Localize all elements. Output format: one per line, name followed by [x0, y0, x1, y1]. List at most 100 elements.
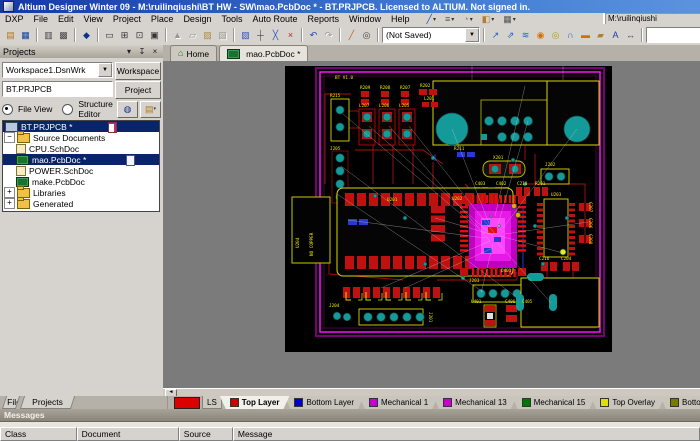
paste-button[interactable]: ▧ [215, 28, 230, 43]
pcb-label-j202: J202 [545, 162, 556, 168]
interactive-route-button[interactable]: ↗ [488, 28, 503, 43]
document-tab-bar: ⌂Homemao.PcbDoc * [163, 45, 700, 62]
panel-menu-icon[interactable]: ▾ [124, 47, 134, 56]
layer-set-tab[interactable]: LS [202, 396, 222, 409]
zoom-document-button[interactable]: ⊞ [117, 28, 132, 43]
messages-panel-header[interactable]: Messages [0, 409, 700, 421]
layer-tab-mechanical-13[interactable]: Mechanical 13 [433, 396, 517, 409]
messages-column-source[interactable]: Source [179, 427, 233, 441]
menu-edit[interactable]: Edit [53, 14, 79, 24]
pcb-canvas[interactable]: BT V1.0R215J205R209R208R207R202L207L206L… [163, 61, 700, 388]
document-combo-arrow-icon[interactable]: ▼ [465, 28, 479, 42]
tree-item-libraries[interactable]: +Libraries [3, 187, 159, 198]
menu-view[interactable]: View [79, 14, 108, 24]
copy-button[interactable]: ▨ [200, 28, 215, 43]
messages-column-class[interactable]: Class [0, 427, 77, 441]
print-preview-button[interactable]: ▩ [56, 28, 71, 43]
select-area-button[interactable]: ▧ [238, 28, 253, 43]
power-objects-dropdown[interactable]: ◔▾ [461, 14, 474, 25]
open-button[interactable]: ▤ [3, 28, 18, 43]
menu-file[interactable]: File [29, 14, 54, 24]
cut-button[interactable]: ▱ [185, 28, 200, 43]
print-button[interactable]: ▥ [41, 28, 56, 43]
workspace-button[interactable]: Workspace [115, 62, 161, 80]
find-similar-button[interactable]: ◎ [359, 28, 374, 43]
current-layer-color-swatch[interactable] [174, 397, 200, 409]
panel-pin-icon[interactable]: ↧ [137, 47, 147, 56]
messages-column-document[interactable]: Document [77, 427, 179, 441]
project-combo[interactable]: BT.PRJPCB [2, 81, 113, 97]
path-box[interactable]: M:\ruilinqiushi [603, 13, 700, 24]
move-button[interactable]: ┼ [253, 28, 268, 43]
cross-select-button[interactable]: ╳ [268, 28, 283, 43]
expand-icon[interactable]: + [4, 198, 15, 209]
menu-design[interactable]: Design [178, 14, 216, 24]
place-dimension-button[interactable]: ↔ [623, 28, 638, 43]
workspace-combo[interactable]: Workspace1.DsnWrk ▼ [2, 62, 113, 78]
place-string-button[interactable]: A [608, 28, 623, 43]
workspace-combo-arrow-icon[interactable]: ▼ [98, 63, 112, 77]
grid-tools-dropdown[interactable]: ▦▾ [501, 14, 518, 25]
panel-close-icon[interactable]: × [150, 47, 160, 56]
menu-project[interactable]: Project [108, 14, 146, 24]
layer-tab-bottom-layer[interactable]: Bottom Layer [284, 396, 364, 409]
differential-route-button[interactable]: ⇗ [503, 28, 518, 43]
place-via-button[interactable]: ◎ [548, 28, 563, 43]
tab-projects[interactable]: Projects [20, 396, 75, 409]
layer-tab-mechanical-15[interactable]: Mechanical 15 [512, 396, 596, 409]
menu-reports[interactable]: Reports [303, 14, 345, 24]
messages-column-message[interactable]: Message [233, 427, 700, 441]
menu-auto-route[interactable]: Auto Route [247, 14, 302, 24]
footprint-combo[interactable]: ▼ [646, 27, 700, 43]
print-button-glyph: ▥ [44, 31, 53, 40]
open-documents-button[interactable]: ▤▾ [140, 101, 161, 118]
tree-item-mao-pcbdoc[interactable]: mao.PcbDoc * [3, 154, 159, 165]
tree-item-generated[interactable]: +Generated [3, 198, 159, 209]
place-polygon-button[interactable]: ▰ [593, 28, 608, 43]
tree-item-cpu-schdoc[interactable]: CPU.SchDoc [3, 143, 159, 154]
tree-item-source-documents[interactable]: −Source Documents [3, 132, 159, 143]
placement-tools-dropdown[interactable]: ◧▾ [480, 14, 497, 25]
wiring-tools-dropdown[interactable]: ╱▾ [425, 14, 438, 25]
tree-item-make-pcbdoc[interactable]: make.PcbDoc [3, 176, 159, 187]
navigator-button[interactable]: ◍ [117, 101, 138, 118]
document-combo[interactable]: (Not Saved)▼ [382, 27, 480, 43]
drawing-tools-dropdown[interactable]: ≡▾ [443, 14, 456, 25]
layer-tab-mechanical-1[interactable]: Mechanical 1 [359, 396, 438, 409]
zoom-area-button[interactable]: ⊡ [132, 28, 147, 43]
zoom-window-button[interactable]: ▭ [102, 28, 117, 43]
menu-window[interactable]: Window [344, 14, 386, 24]
layer-tab-bottom-overlay[interactable]: Bottom Overlay [660, 396, 700, 409]
tree-item-bt-prjpcb[interactable]: BT.PRJPCB * [3, 121, 159, 132]
doc-tab-mao-pcbdoc[interactable]: mao.PcbDoc * [219, 45, 308, 61]
redo-button[interactable]: ↷ [321, 28, 336, 43]
place-fill-button[interactable]: ▬ [578, 28, 593, 43]
tree-item-power-schdoc[interactable]: POWER.SchDoc [3, 165, 159, 176]
menu-place[interactable]: Place [146, 14, 179, 24]
save-button[interactable]: ▦ [18, 28, 33, 43]
pencil-tool-button[interactable]: ╱ [344, 28, 359, 43]
messages-column-headers: ClassDocumentSourceMessage [0, 427, 700, 441]
menu-tools[interactable]: Tools [216, 14, 247, 24]
filter-button[interactable]: ▲ [170, 28, 185, 43]
layer-tab-top-layer[interactable]: Top Layer [220, 396, 290, 409]
expand-icon[interactable]: + [4, 187, 15, 198]
place-arc-button[interactable]: ∩ [563, 28, 578, 43]
pcb-workspace[interactable]: BT V1.0R215J205R209R208R207R202L207L206L… [285, 66, 612, 352]
collapse-icon[interactable]: − [4, 132, 15, 143]
structure-editor-radio[interactable] [62, 104, 73, 115]
place-pad-button[interactable]: ◉ [533, 28, 548, 43]
browse-pcb-button[interactable]: ◆ [79, 28, 94, 43]
project-button[interactable]: Project [115, 81, 161, 99]
undo-button[interactable]: ↶ [306, 28, 321, 43]
layer-tab-top-overlay[interactable]: Top Overlay [590, 396, 665, 409]
zoom-selected-button[interactable]: ▣ [147, 28, 162, 43]
doc-tab-home[interactable]: ⌂Home [170, 45, 217, 61]
file-view-radio[interactable] [2, 104, 13, 115]
title-bar[interactable]: Altium Designer Winter 09 - M:\ruilinqiu… [0, 0, 700, 13]
clear-filter-button[interactable]: × [283, 28, 298, 43]
menu-dxp[interactable]: DXP [0, 14, 29, 24]
multi-route-button[interactable]: ≋ [518, 28, 533, 43]
menu-help[interactable]: Help [386, 14, 415, 24]
tab-files[interactable]: Files [2, 396, 20, 409]
